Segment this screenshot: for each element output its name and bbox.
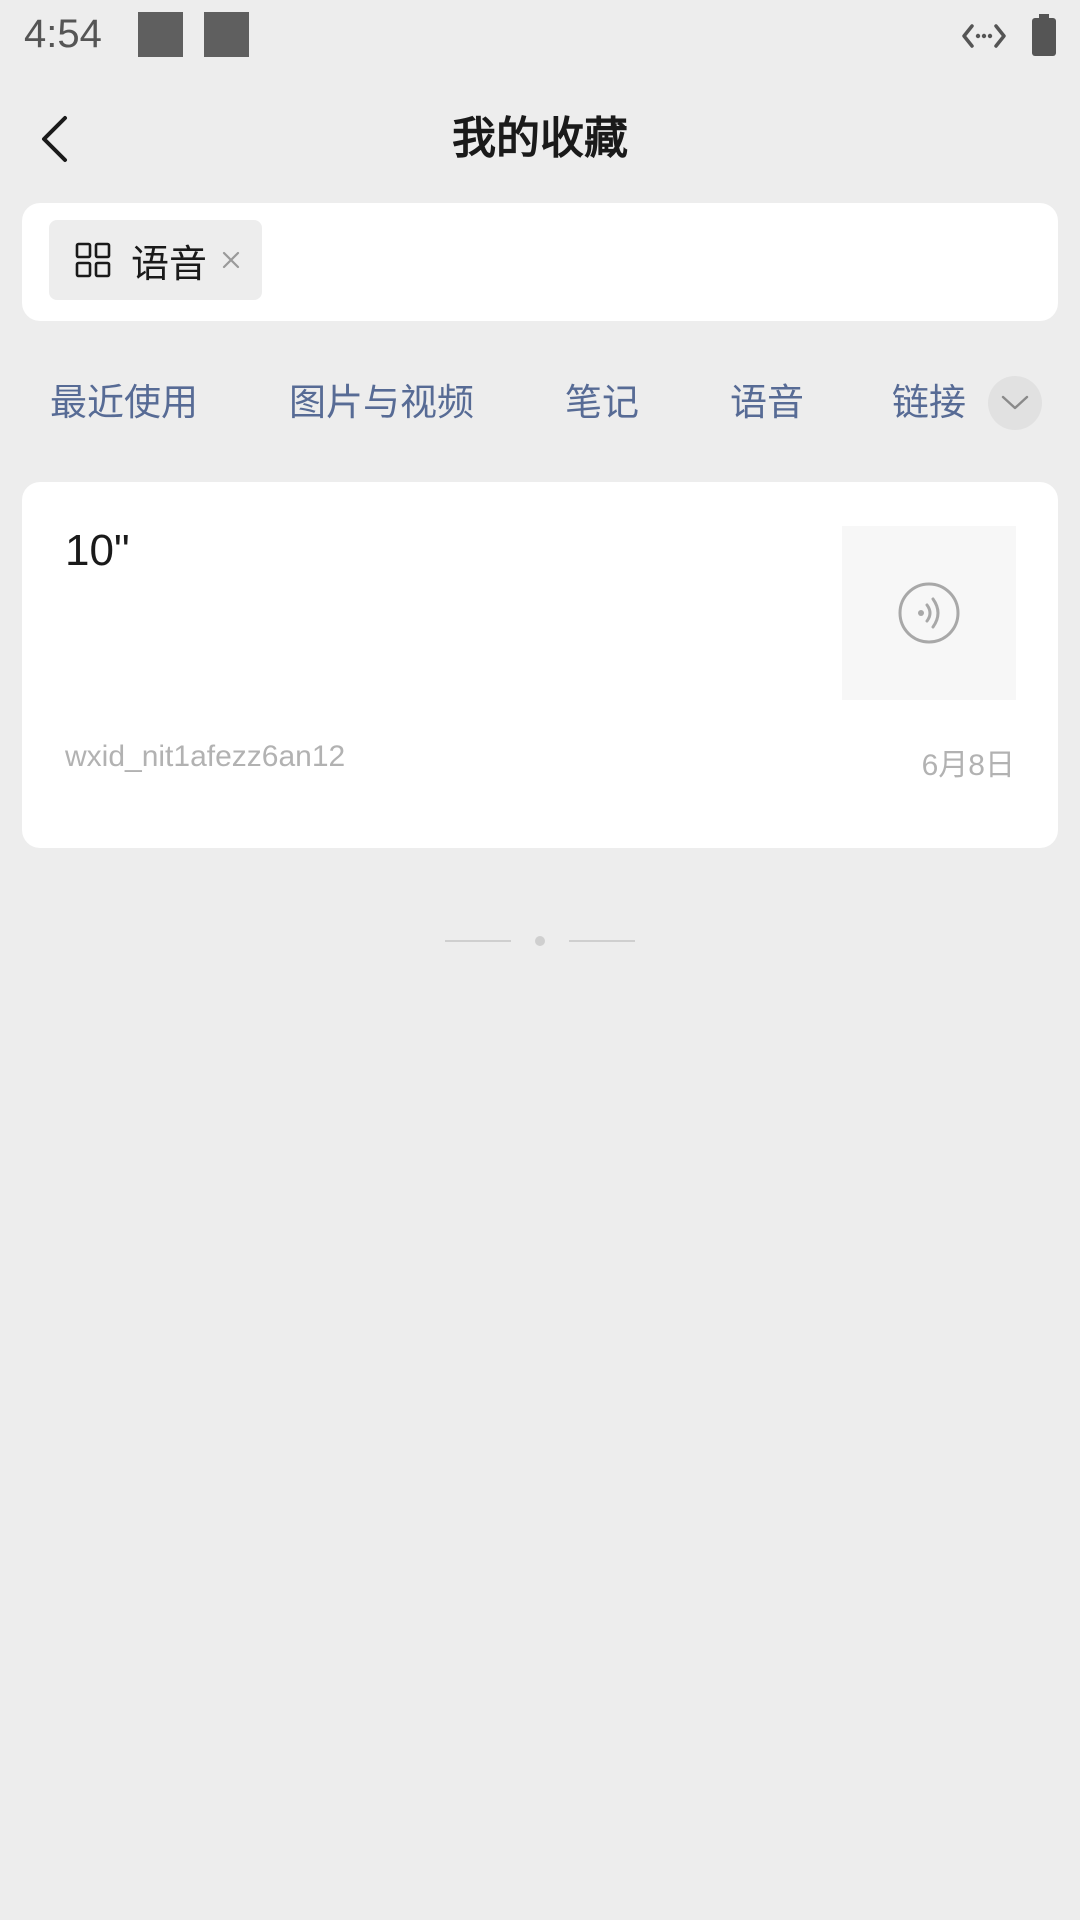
tab-voice[interactable]: 语音 bbox=[730, 372, 804, 434]
favorites-page: 4:54 我的收藏 语音 最近使用 图片与视频 笔记 语音 链接 10" wxi… bbox=[0, 0, 1080, 1920]
data-transfer-icon bbox=[962, 24, 1006, 48]
status-bar: 4:54 bbox=[0, 0, 1080, 76]
page-title: 我的收藏 bbox=[452, 113, 628, 164]
filter-chip-label: 语音 bbox=[131, 241, 208, 286]
list-item[interactable]: 10" wxid_nit1afezz6an12 6月8日 bbox=[22, 482, 1058, 848]
tab-links[interactable]: 链接 bbox=[892, 372, 966, 434]
status-time: 4:54 bbox=[24, 12, 102, 56]
voice-icon bbox=[898, 582, 960, 644]
end-of-list-indicator bbox=[445, 936, 635, 946]
battery-icon bbox=[1032, 14, 1056, 56]
voice-thumbnail bbox=[842, 526, 1016, 700]
item-source: wxid_nit1afezz6an12 bbox=[65, 740, 346, 773]
filter-chip-voice[interactable]: 语音 bbox=[49, 220, 262, 300]
notification-icon bbox=[204, 12, 249, 57]
search-box[interactable]: 语音 bbox=[22, 203, 1058, 321]
chevron-down-icon bbox=[1001, 395, 1029, 410]
close-icon[interactable] bbox=[221, 250, 241, 270]
notification-icon bbox=[138, 12, 183, 57]
tab-notes[interactable]: 笔记 bbox=[565, 372, 639, 434]
tab-recent[interactable]: 最近使用 bbox=[50, 372, 198, 434]
more-categories-button[interactable] bbox=[988, 376, 1042, 430]
category-tabs: 最近使用 图片与视频 笔记 语音 链接 bbox=[0, 372, 1080, 434]
grid-icon bbox=[75, 242, 111, 278]
voice-duration: 10" bbox=[65, 526, 130, 575]
tab-photos-videos[interactable]: 图片与视频 bbox=[289, 372, 474, 434]
item-date: 6月8日 bbox=[921, 749, 1015, 782]
